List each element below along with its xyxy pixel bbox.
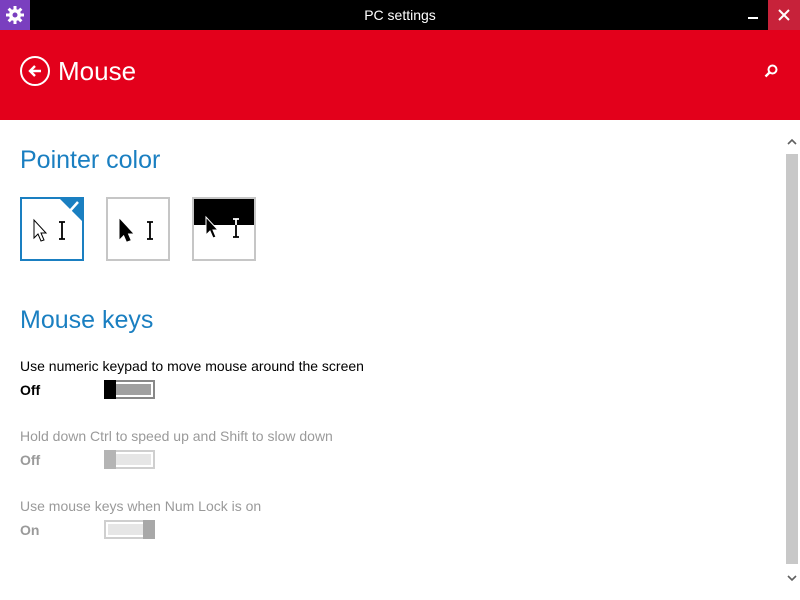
chevron-up-icon	[787, 138, 797, 145]
text-cursor-icon	[147, 221, 153, 240]
ctrl-shift-speed-label: Hold down Ctrl to speed up and Shift to …	[20, 428, 333, 444]
close-icon	[778, 9, 790, 21]
numeric-keypad-toggle[interactable]	[104, 380, 155, 399]
window-title: PC settings	[364, 7, 436, 23]
text-cursor-icon	[59, 221, 65, 240]
minimize-icon	[748, 17, 758, 19]
pointer-option-white[interactable]	[20, 197, 84, 261]
white-arrow-cursor-icon	[33, 218, 48, 242]
inverted-background	[194, 199, 254, 225]
chevron-down-icon	[787, 575, 797, 582]
num-lock-state: On	[20, 522, 40, 538]
back-arrow-icon	[28, 65, 41, 77]
pointer-option-inverted[interactable]	[192, 197, 256, 261]
numeric-keypad-label: Use numeric keypad to move mouse around …	[20, 358, 364, 374]
close-button[interactable]	[768, 0, 800, 30]
pointer-option-black[interactable]	[106, 197, 170, 261]
toggle-thumb	[104, 380, 116, 399]
page-title: Mouse	[58, 56, 137, 86]
scroll-up-button[interactable]	[784, 134, 800, 150]
toggle-thumb	[143, 520, 155, 539]
scroll-down-button[interactable]	[784, 570, 800, 586]
page-header: Mouse	[0, 30, 800, 120]
black-arrow-cursor-icon	[119, 218, 134, 242]
ctrl-shift-speed-toggle[interactable]	[104, 450, 155, 469]
minimize-button[interactable]	[738, 0, 768, 30]
num-lock-toggle[interactable]	[104, 520, 155, 539]
vertical-scrollbar[interactable]	[784, 120, 800, 600]
pointer-color-heading: Pointer color	[20, 146, 161, 174]
search-button[interactable]	[760, 60, 782, 82]
toggle-thumb	[104, 450, 116, 469]
pc-settings-window: PC settings Mouse Pointer color Mouse ke…	[0, 0, 800, 600]
ctrl-shift-speed-state: Off	[20, 452, 41, 468]
scroll-thumb[interactable]	[786, 154, 798, 564]
title-bar: PC settings	[0, 0, 800, 30]
back-button[interactable]	[20, 56, 50, 86]
numeric-keypad-state: Off	[20, 382, 41, 398]
num-lock-label: Use mouse keys when Num Lock is on	[20, 498, 262, 514]
mouse-keys-heading: Mouse keys	[20, 306, 154, 334]
search-icon	[764, 64, 778, 78]
